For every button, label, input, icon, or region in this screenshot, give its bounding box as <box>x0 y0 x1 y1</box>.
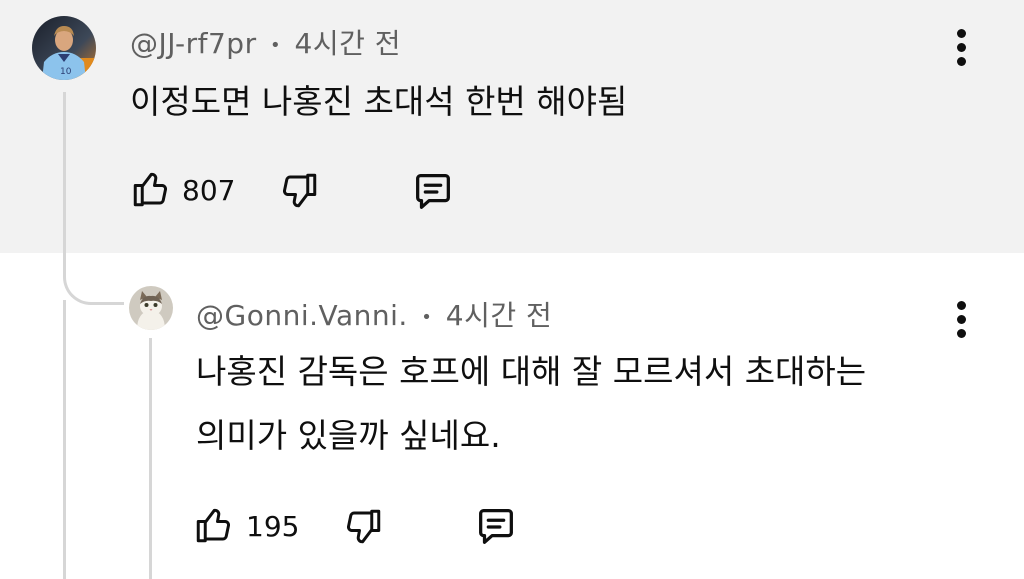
comment-more-options-button[interactable] <box>950 28 974 68</box>
reply-text-line-1: 나홍진 감독은 호프에 대해 잘 모르셔서 초대하는 <box>196 352 867 391</box>
reply-more-options-button[interactable] <box>950 300 974 340</box>
comment-text: 이정도면 나홍진 초대석 한번 해야됨 <box>130 82 628 121</box>
meta-separator: • <box>270 34 282 56</box>
thread-line <box>63 92 66 272</box>
thumbs-down-icon[interactable] <box>342 506 384 548</box>
reply-avatar[interactable] <box>129 286 173 330</box>
svg-text:10: 10 <box>60 67 72 77</box>
reply-timestamp[interactable]: 4시간 전 <box>446 299 553 332</box>
comment-timestamp[interactable]: 4시간 전 <box>295 27 402 60</box>
meta-separator: • <box>421 306 433 328</box>
comment-meta: @JJ-rf7pr • 4시간 전 <box>130 22 401 62</box>
reply-text-line-2: 의미가 있을까 싶네요. <box>196 416 501 455</box>
reply-author[interactable]: @Gonni.Vanni. <box>196 299 408 332</box>
thread-line-continued <box>63 300 66 579</box>
like-count: 807 <box>182 174 236 207</box>
thumbs-up-icon[interactable] <box>193 504 235 546</box>
reply-like-count: 195 <box>246 510 300 543</box>
thumbs-up-icon[interactable] <box>130 168 172 210</box>
thread-connector <box>63 262 124 305</box>
reply-comment-icon[interactable] <box>410 168 456 214</box>
soccer-player-avatar-icon: 10 <box>32 16 96 80</box>
comment-author[interactable]: @JJ-rf7pr <box>130 27 257 60</box>
reply-meta: @Gonni.Vanni. • 4시간 전 <box>196 294 552 334</box>
reply-thread-line <box>149 338 152 579</box>
commenter-avatar[interactable]: 10 <box>32 16 96 80</box>
reply-comment-icon[interactable] <box>473 503 519 549</box>
thumbs-down-icon[interactable] <box>278 170 320 212</box>
cat-avatar-icon <box>129 286 173 330</box>
